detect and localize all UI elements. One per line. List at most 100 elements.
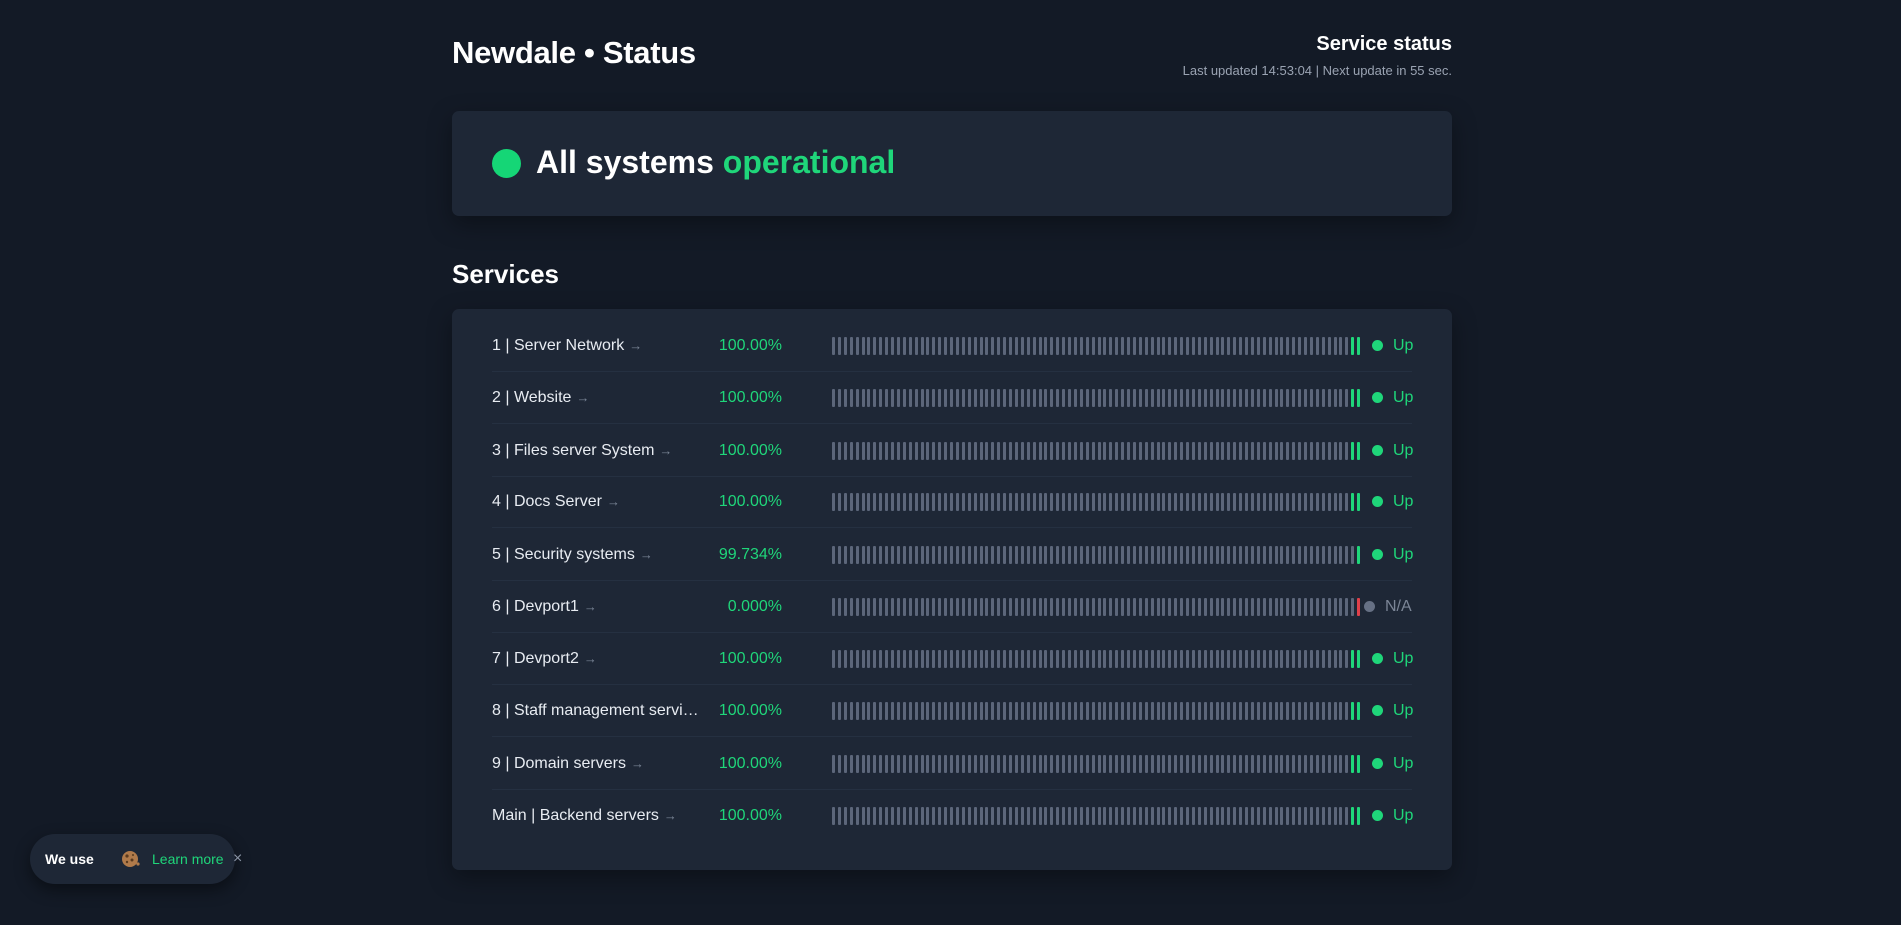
uptime-bar[interactable]	[1233, 702, 1237, 720]
uptime-bar[interactable]	[1115, 650, 1119, 668]
uptime-bar[interactable]	[1091, 389, 1095, 407]
uptime-bar[interactable]	[1245, 546, 1248, 564]
uptime-bar[interactable]	[908, 337, 912, 355]
uptime-bar[interactable]	[1345, 650, 1349, 668]
uptime-bar[interactable]	[1032, 807, 1036, 825]
uptime-bar[interactable]	[1138, 702, 1142, 720]
uptime-bar[interactable]	[1191, 546, 1195, 564]
uptime-bar[interactable]	[1156, 389, 1160, 407]
uptime-bar[interactable]	[873, 389, 877, 407]
uptime-bar[interactable]	[1209, 598, 1213, 616]
uptime-bar[interactable]	[1215, 389, 1219, 407]
uptime-bar[interactable]	[1298, 337, 1302, 355]
uptime-bar[interactable]	[896, 598, 900, 616]
uptime-bar[interactable]	[1256, 442, 1260, 460]
uptime-bar[interactable]	[885, 598, 889, 616]
uptime-bar[interactable]	[955, 598, 959, 616]
uptime-bar[interactable]	[1197, 702, 1201, 720]
uptime-bar[interactable]	[1038, 493, 1042, 511]
uptime-bar[interactable]	[1321, 493, 1325, 511]
uptime-bar[interactable]	[1168, 807, 1172, 825]
uptime-bar[interactable]	[1062, 807, 1066, 825]
uptime-bar[interactable]	[1097, 702, 1101, 720]
uptime-bar[interactable]	[1109, 807, 1113, 825]
uptime-bar[interactable]	[849, 389, 853, 407]
uptime-bar[interactable]	[1103, 389, 1107, 407]
uptime-bar[interactable]	[1079, 337, 1083, 355]
uptime-bar[interactable]	[1298, 546, 1302, 564]
uptime-bar[interactable]	[1274, 389, 1278, 407]
uptime-bar[interactable]	[1038, 442, 1042, 460]
uptime-bar[interactable]	[1162, 442, 1166, 460]
uptime-bar[interactable]	[1345, 546, 1349, 564]
uptime-bar[interactable]	[1127, 546, 1130, 564]
uptime-bar[interactable]	[832, 807, 835, 825]
uptime-bar[interactable]	[1056, 755, 1060, 773]
uptime-bar[interactable]	[1127, 650, 1130, 668]
uptime-bar[interactable]	[1050, 493, 1054, 511]
uptime-bar[interactable]	[843, 702, 847, 720]
uptime-bar[interactable]	[1062, 755, 1066, 773]
uptime-bar[interactable]	[932, 442, 936, 460]
uptime-bar[interactable]	[1227, 598, 1231, 616]
uptime-bar[interactable]	[1014, 546, 1018, 564]
uptime-bar[interactable]	[1339, 755, 1343, 773]
uptime-bar[interactable]	[1085, 389, 1089, 407]
uptime-bar[interactable]	[1239, 807, 1243, 825]
uptime-bar[interactable]	[891, 807, 894, 825]
uptime-bar[interactable]	[985, 442, 989, 460]
uptime-bar[interactable]	[914, 442, 918, 460]
uptime-bar[interactable]	[1103, 337, 1107, 355]
uptime-bar[interactable]	[1197, 598, 1201, 616]
uptime-bar[interactable]	[1274, 337, 1278, 355]
uptime-bar[interactable]	[1357, 493, 1361, 511]
uptime-bar[interactable]	[1156, 337, 1160, 355]
uptime-bar[interactable]	[1274, 546, 1278, 564]
uptime-bar[interactable]	[1168, 442, 1172, 460]
uptime-bar[interactable]	[1026, 755, 1030, 773]
uptime-bar[interactable]	[1345, 493, 1349, 511]
uptime-bar[interactable]	[1062, 546, 1066, 564]
uptime-bar[interactable]	[1280, 546, 1284, 564]
uptime-bar[interactable]	[1056, 598, 1060, 616]
uptime-bar[interactable]	[1150, 807, 1154, 825]
uptime-bar[interactable]	[1168, 702, 1172, 720]
uptime-bar[interactable]	[1009, 598, 1012, 616]
uptime-bar[interactable]	[955, 442, 959, 460]
uptime-bar[interactable]	[967, 650, 971, 668]
uptime-bar[interactable]	[944, 650, 948, 668]
uptime-bar[interactable]	[1020, 337, 1024, 355]
uptime-bar[interactable]	[1227, 389, 1231, 407]
uptime-bar[interactable]	[908, 546, 912, 564]
uptime-bar[interactable]	[1062, 442, 1066, 460]
uptime-bar[interactable]	[961, 702, 965, 720]
uptime-bar[interactable]	[991, 442, 995, 460]
uptime-bar[interactable]	[1132, 546, 1136, 564]
uptime-bar[interactable]	[1256, 702, 1260, 720]
uptime-bar[interactable]	[1268, 546, 1272, 564]
uptime-bar[interactable]	[950, 493, 953, 511]
uptime-bar[interactable]	[985, 702, 989, 720]
uptime-bar[interactable]	[879, 702, 883, 720]
uptime-bar[interactable]	[1026, 807, 1030, 825]
uptime-bar[interactable]	[1026, 389, 1030, 407]
uptime-bar[interactable]	[1180, 650, 1184, 668]
uptime-bar[interactable]	[1186, 337, 1189, 355]
uptime-bar[interactable]	[967, 389, 971, 407]
uptime-bar[interactable]	[891, 755, 894, 773]
service-name-link[interactable]: 7 | Devport2 →	[492, 634, 702, 684]
uptime-bar[interactable]	[1191, 598, 1195, 616]
uptime-bar[interactable]	[1292, 442, 1296, 460]
uptime-bar[interactable]	[1304, 598, 1307, 616]
uptime-bar[interactable]	[1062, 702, 1066, 720]
uptime-bar[interactable]	[1268, 755, 1272, 773]
uptime-bar[interactable]	[1097, 337, 1101, 355]
uptime-bar[interactable]	[1109, 493, 1113, 511]
uptime-bar[interactable]	[1309, 650, 1313, 668]
uptime-bar[interactable]	[1050, 755, 1054, 773]
uptime-bar[interactable]	[1038, 337, 1042, 355]
uptime-bar[interactable]	[1351, 598, 1355, 616]
uptime-bar[interactable]	[1056, 546, 1060, 564]
uptime-bar[interactable]	[967, 755, 971, 773]
uptime-bar[interactable]	[1197, 442, 1201, 460]
